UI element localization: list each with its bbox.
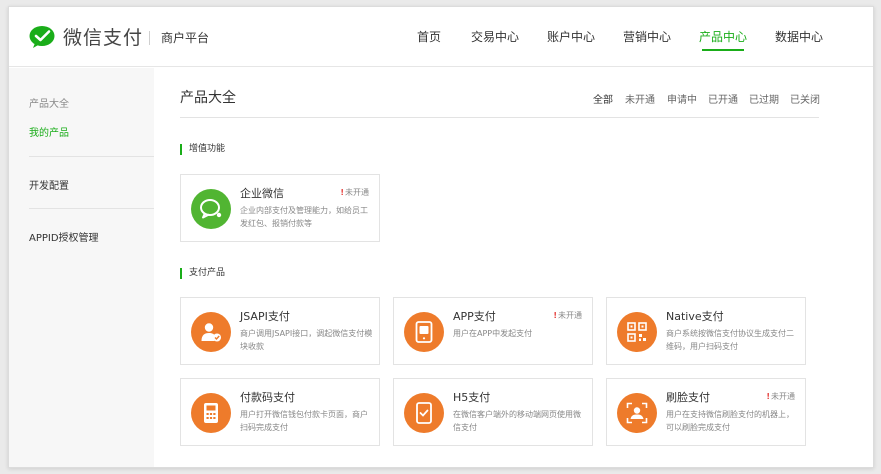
card-description: 用户在支持微信刷脸支付的机器上，可以刷脸完成支付 bbox=[666, 410, 794, 432]
nav-item-products[interactable]: 产品中心 bbox=[699, 28, 747, 45]
nav-item-home[interactable]: 首页 bbox=[417, 28, 441, 45]
product-card-facepay[interactable]: 刷脸支付 !未开通 用户在支持微信刷脸支付的机器上，可以刷脸完成支付 bbox=[606, 378, 806, 446]
sidebar: 产品大全 我的产品 开发配置 APPID授权管理 bbox=[9, 68, 154, 467]
brand-name: 微信支付 bbox=[63, 27, 144, 49]
user-check-icon bbox=[191, 312, 231, 352]
brand-subtitle: 商户平台 bbox=[161, 31, 210, 45]
nav-item-marketing[interactable]: 营销中心 bbox=[623, 28, 671, 45]
mobile-app-icon bbox=[404, 312, 444, 352]
section-title: 增值功能 bbox=[180, 144, 225, 155]
card-description: 用户在APP中发起支付 bbox=[453, 329, 533, 338]
filter-applying[interactable]: 申请中 bbox=[667, 91, 697, 106]
nav-item-data[interactable]: 数据中心 bbox=[775, 28, 823, 45]
nav-item-account[interactable]: 账户中心 bbox=[547, 28, 595, 45]
alert-icon: ! bbox=[766, 392, 770, 401]
sidebar-heading-products: 产品大全 bbox=[29, 99, 69, 110]
product-card-native[interactable]: Native支付 商户系统按微信支付协议生成支付二维码，用户扫码支付 bbox=[606, 297, 806, 365]
nav-active-indicator bbox=[702, 49, 744, 51]
brand-divider bbox=[149, 31, 150, 45]
product-card-wechat-work[interactable]: 企业微信 !未开通 企业内部支付及管理能力，如给员工发红包、报销付款等 bbox=[180, 174, 380, 242]
face-scan-icon bbox=[617, 393, 657, 433]
brand[interactable]: 微信支付 bbox=[29, 23, 143, 50]
card-title: 付款码支付 bbox=[240, 391, 295, 404]
sidebar-item-appid-auth[interactable]: APPID授权管理 bbox=[29, 229, 99, 244]
product-card-micropay[interactable]: 付款码支付 用户打开微信钱包付款卡页面，商户扫码完成支付 bbox=[180, 378, 380, 446]
app-window: 微信支付 商户平台 首页 交易中心 账户中心 营销中心 产品中心 数据中心 产品… bbox=[8, 6, 874, 468]
product-card-app[interactable]: APP支付 !未开通 用户在APP中发起支付 bbox=[393, 297, 593, 365]
card-description: 商户系统按微信支付协议生成支付二维码，用户扫码支付 bbox=[666, 329, 794, 351]
sidebar-divider bbox=[29, 156, 154, 157]
section-title: 支付产品 bbox=[180, 268, 225, 279]
pos-terminal-icon bbox=[191, 393, 231, 433]
main-content: 产品大全 全部 未开通 申请中 已开通 已过期 已关闭 增值功能 企业微信 !未… bbox=[154, 68, 873, 467]
card-title: APP支付 bbox=[453, 310, 496, 323]
card-description: 企业内部支付及管理能力，如给员工发红包、报销付款等 bbox=[240, 206, 368, 228]
filter-all[interactable]: 全部 bbox=[593, 91, 613, 106]
status-badge: !未开通 bbox=[553, 311, 582, 320]
card-description: 用户打开微信钱包付款卡页面，商户扫码完成支付 bbox=[240, 410, 368, 432]
status-badge: !未开通 bbox=[340, 188, 369, 197]
card-title: 刷脸支付 bbox=[666, 391, 710, 404]
card-title: Native支付 bbox=[666, 310, 724, 323]
wechat-pay-logo-icon bbox=[29, 25, 55, 48]
filter-expired[interactable]: 已过期 bbox=[749, 91, 779, 106]
alert-icon: ! bbox=[553, 311, 557, 320]
card-title: 企业微信 bbox=[240, 187, 284, 200]
qr-code-icon bbox=[617, 312, 657, 352]
mobile-check-icon bbox=[404, 393, 444, 433]
sidebar-divider bbox=[29, 208, 154, 209]
top-navigation-bar: 微信支付 商户平台 首页 交易中心 账户中心 营销中心 产品中心 数据中心 bbox=[9, 7, 873, 67]
filter-not-opened[interactable]: 未开通 bbox=[625, 91, 655, 106]
title-divider bbox=[180, 117, 819, 118]
filter-closed[interactable]: 已关闭 bbox=[790, 91, 820, 106]
card-description: 商户调用JSAPI接口，调起微信支付模块收款 bbox=[240, 329, 373, 351]
product-card-h5[interactable]: H5支付 在微信客户端外的移动端网页使用微信支付 bbox=[393, 378, 593, 446]
sidebar-item-dev-config[interactable]: 开发配置 bbox=[29, 177, 69, 192]
page-title: 产品大全 bbox=[180, 90, 236, 106]
card-title: JSAPI支付 bbox=[240, 310, 290, 323]
status-badge: !未开通 bbox=[766, 392, 795, 401]
nav-item-transactions[interactable]: 交易中心 bbox=[471, 28, 519, 45]
alert-icon: ! bbox=[340, 188, 344, 197]
product-card-jsapi[interactable]: JSAPI支付 商户调用JSAPI接口，调起微信支付模块收款 bbox=[180, 297, 380, 365]
card-title: H5支付 bbox=[453, 391, 491, 404]
filter-opened[interactable]: 已开通 bbox=[708, 91, 738, 106]
wechat-work-icon bbox=[191, 189, 231, 229]
sidebar-item-my-products[interactable]: 我的产品 bbox=[29, 124, 69, 139]
card-description: 在微信客户端外的移动端网页使用微信支付 bbox=[453, 410, 581, 432]
